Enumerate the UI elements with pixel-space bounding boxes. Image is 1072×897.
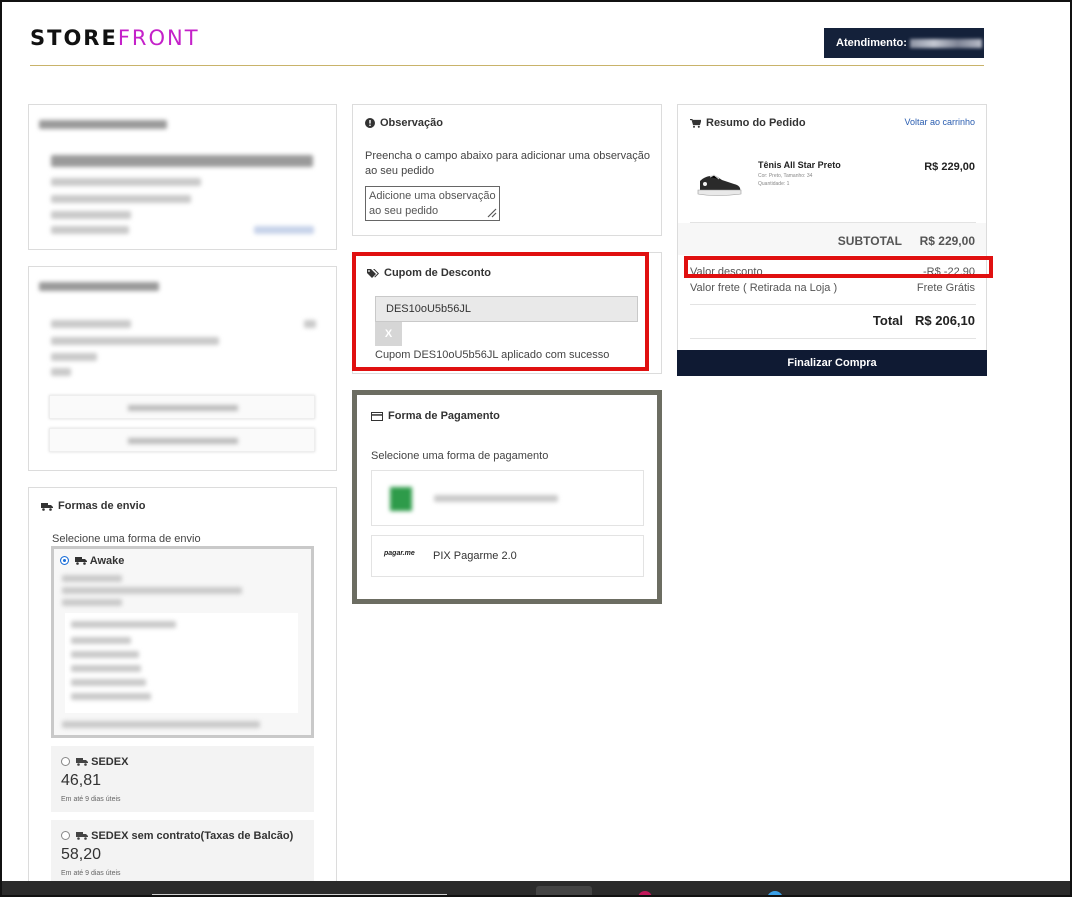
payment-title: Forma de Pagamento xyxy=(371,410,500,422)
shipping-title: Formas de envio xyxy=(41,500,145,512)
shipping-option-awake[interactable]: Awake xyxy=(51,546,314,738)
logo-text-store: STORE xyxy=(30,26,118,50)
sedex-balcao-days: Em até 9 dias úteis xyxy=(61,870,121,877)
payment-logo-redacted xyxy=(390,487,412,511)
attendance-value-redacted xyxy=(909,38,982,48)
shipping-cost-value: Frete Grátis xyxy=(916,282,975,294)
sedex-balcao-label: SEDEX sem contrato(Taxas de Balcão) xyxy=(91,830,294,842)
address-action-button-2[interactable] xyxy=(49,428,315,452)
truck-icon xyxy=(76,832,89,840)
awake-radio[interactable] xyxy=(60,556,69,565)
shipping-option-sedex[interactable]: SEDEX 46,81 Em até 9 dias úteis xyxy=(51,746,314,812)
pagarme-logo: pagar.me xyxy=(384,550,415,557)
address-action-button-1[interactable] xyxy=(49,395,315,419)
payment-option-pix-pagarme[interactable]: pagar.me PIX Pagarme 2.0 xyxy=(371,535,644,577)
subtotal-value: R$ 229,00 xyxy=(919,234,975,248)
os-taskbar xyxy=(2,881,1070,895)
attendance-label: Atendimento: xyxy=(836,37,907,49)
observation-title: Observação xyxy=(365,117,443,129)
payment-methods-card: Forma de Pagamento Selecione uma forma d… xyxy=(352,390,662,604)
observation-instructions: Preencha o campo abaixo para adicionar u… xyxy=(365,150,650,177)
truck-icon xyxy=(76,758,89,766)
product-image-sneaker[interactable] xyxy=(696,171,742,197)
customer-info-card xyxy=(28,104,337,250)
taskbar-app[interactable] xyxy=(536,886,592,895)
total-label: Total xyxy=(872,313,903,328)
truck-icon xyxy=(41,502,53,511)
coupon-highlight-box xyxy=(352,252,649,371)
shipping-option-sedex-balcao[interactable]: SEDEX sem contrato(Taxas de Balcão) 58,2… xyxy=(51,820,314,886)
total-value: R$ 206,10 xyxy=(915,313,975,328)
logo-text-front: FRONT xyxy=(117,26,200,50)
order-summary-card: Resumo do Pedido Voltar ao carrinho Têni… xyxy=(677,104,987,352)
subtotal-label: SUBTOTAL xyxy=(837,234,902,248)
taskbar-app-icon[interactable] xyxy=(767,891,783,895)
summary-title: Resumo do Pedido xyxy=(690,117,806,129)
checkout-button[interactable]: Finalizar Compra xyxy=(677,350,987,376)
shopping-cart-icon xyxy=(690,118,701,128)
summary-divider xyxy=(690,338,976,339)
product-quantity: Quantidade: 1 xyxy=(758,181,790,187)
credit-card-icon xyxy=(371,411,383,421)
subtotal-row: SUBTOTAL R$ 229,00 xyxy=(678,223,986,255)
observation-placeholder: Adicione uma observação ao seu pedido xyxy=(369,190,496,217)
storefront-logo[interactable]: STOREFRONT xyxy=(30,26,200,50)
product-name[interactable]: Tênis All Star Preto xyxy=(758,160,841,170)
product-variant: Cor: Preto, Tamanho: 34 xyxy=(758,173,813,179)
truck-icon xyxy=(75,557,88,565)
shipping-cost-label: Valor frete ( Retirada na Loja ) xyxy=(690,282,838,294)
sedex-label: SEDEX xyxy=(91,756,129,768)
sedex-radio[interactable] xyxy=(61,757,70,766)
sedex-price: 46,81 xyxy=(61,772,102,789)
product-price: R$ 229,00 xyxy=(924,161,975,173)
taskbar-app-icon[interactable] xyxy=(638,891,652,895)
discount-highlight-box xyxy=(684,256,993,278)
sedex-days: Em até 9 dias úteis xyxy=(61,796,121,803)
sedex-balcao-price: 58,20 xyxy=(61,846,102,863)
summary-divider xyxy=(690,304,976,305)
observation-card: Observação Preencha o campo abaixo para … xyxy=(352,104,662,236)
pix-pagarme-label: PIX Pagarme 2.0 xyxy=(433,550,517,562)
back-to-cart-link[interactable]: Voltar ao carrinho xyxy=(904,117,975,127)
observation-textarea[interactable]: Adicione uma observação ao seu pedido xyxy=(365,186,500,221)
attendance-badge: Atendimento: xyxy=(824,28,984,58)
info-circle-icon xyxy=(365,118,375,128)
browser-viewport: STOREFRONT Atendimento: Formas de envio … xyxy=(0,0,1072,897)
shipping-subtitle: Selecione uma forma de envio xyxy=(52,533,201,545)
sedex-balcao-radio[interactable] xyxy=(61,831,70,840)
header-divider xyxy=(30,65,984,66)
payment-subtitle: Selecione uma forma de pagamento xyxy=(371,450,549,462)
delivery-address-card xyxy=(28,266,337,471)
awake-label: Awake xyxy=(89,555,125,567)
resize-grip-icon[interactable] xyxy=(487,208,497,218)
payment-option-blurred[interactable] xyxy=(371,470,644,526)
